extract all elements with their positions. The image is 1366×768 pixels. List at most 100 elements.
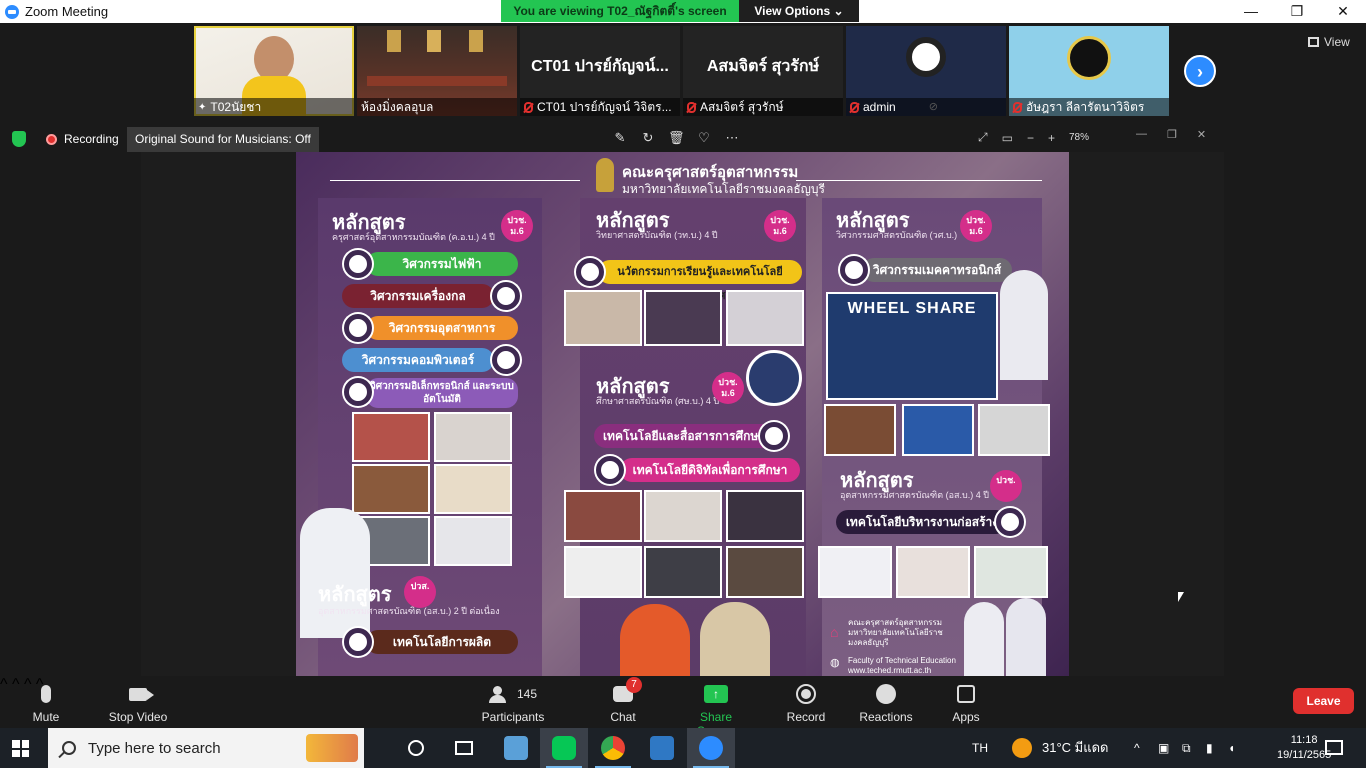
reactions-label: Reactions <box>859 710 913 724</box>
program-photo <box>824 404 896 456</box>
taskbar-search-box[interactable]: Type here to search <box>48 728 364 768</box>
camera-tray-icon[interactable]: ▣ <box>1158 728 1169 768</box>
fit-window-icon[interactable]: ▭ <box>1002 131 1013 145</box>
participant-name: T02นัยชา <box>210 99 262 114</box>
video-options-caret-icon[interactable]: ^ <box>12 676 20 693</box>
level-badge: ปวช. <box>990 470 1022 502</box>
weather-text[interactable]: 31°C มีแดด <box>1042 728 1109 768</box>
more-icon[interactable]: ⋯ <box>724 130 740 146</box>
program-photo <box>644 290 722 346</box>
participant-video-frame <box>469 30 483 52</box>
participant-tile[interactable]: อัษฎรา ลีลารัตนาวิจิตร <box>1009 26 1169 116</box>
microphone-icon <box>41 685 51 703</box>
level-badge: ปวช. ม.6 <box>764 210 796 242</box>
restore-share-button[interactable]: ❐ <box>1167 128 1177 141</box>
zoom-in-icon[interactable]: + <box>1048 131 1055 145</box>
battery-icon[interactable]: ▮ <box>1206 728 1213 768</box>
wheel-share-label: WHEEL SHARE <box>847 300 977 317</box>
participant-tile[interactable]: Aสมจิตร์ สุวรักษ์ Aสมจิตร์ สุวรักษ์ <box>683 26 843 116</box>
program-pill: วิศวกรรมเครื่องกล <box>342 284 494 308</box>
zoom-app-taskbar-icon[interactable] <box>699 736 723 760</box>
input-language[interactable]: TH <box>972 728 988 768</box>
trash-icon[interactable]: 🗑 <box>668 130 685 146</box>
recording-dot-icon <box>46 134 57 145</box>
student-figure <box>620 604 690 676</box>
record-button[interactable]: Record <box>784 682 828 724</box>
gear-icon <box>596 456 624 484</box>
taskbar-clock[interactable]: 11:18 19/11/2565 <box>1277 733 1331 763</box>
minimize-share-button[interactable]: — <box>1136 128 1147 141</box>
clock-time: 11:18 <box>1290 734 1318 746</box>
original-sound-toggle[interactable]: Original Sound for Musicians: Off <box>127 127 319 152</box>
chrome-app-icon[interactable] <box>601 736 625 760</box>
participant-video-desk <box>367 76 507 86</box>
gear-icon <box>344 628 372 656</box>
chat-unread-badge: 7 <box>626 677 642 693</box>
participant-tile[interactable]: ✦ T02นัยชา <box>194 26 354 116</box>
program-photo <box>974 546 1048 598</box>
level-badge: ปวช. ม.6 <box>960 210 992 242</box>
apps-label: Apps <box>952 710 980 724</box>
minimize-button[interactable]: — <box>1228 0 1274 23</box>
view-layout-button[interactable]: View <box>1308 35 1350 49</box>
program-photo <box>564 490 642 542</box>
volume-icon[interactable]: ◖ <box>1228 728 1235 768</box>
annotate-icon[interactable]: ✎ <box>612 130 628 146</box>
reactions-button[interactable]: Reactions <box>858 682 914 724</box>
mute-button[interactable]: Mute <box>26 682 66 724</box>
leave-button[interactable]: Leave <box>1293 688 1354 714</box>
participant-name-bar: admin <box>846 98 1006 116</box>
restore-button[interactable]: ❐ <box>1274 0 1320 23</box>
stop-video-button[interactable]: Stop Video <box>104 682 172 724</box>
gear-icon <box>344 378 372 406</box>
photos-app-icon[interactable] <box>650 736 674 760</box>
tray-overflow-icon[interactable]: ^ <box>1134 728 1140 768</box>
close-button[interactable]: ✕ <box>1320 0 1366 23</box>
participant-name-bar: Aสมจิตร์ สุวรักษ์ <box>683 98 843 116</box>
program-photo <box>564 290 642 346</box>
view-options-button[interactable]: View Options ⌄ <box>739 0 859 22</box>
program-photo <box>902 404 974 456</box>
program-pill: เทคโนโลยีดิจิทัลเพื่อการศึกษา <box>620 458 800 482</box>
muted-mic-icon <box>687 101 696 113</box>
apps-button[interactable]: Apps <box>948 682 984 724</box>
fullscreen-icon[interactable]: ⤢ <box>978 130 988 145</box>
participant-tile[interactable]: ⊘ admin <box>846 26 1006 116</box>
program-photo <box>978 404 1050 456</box>
participant-tile[interactable]: ห้องมิ่งคลอุบล <box>357 26 517 116</box>
line-app-icon[interactable] <box>552 736 576 760</box>
calculator-app-icon[interactable] <box>504 736 528 760</box>
meeting-status-row: Recording Original Sound for Musicians: … <box>0 124 1366 152</box>
monitor-icon <box>746 350 802 406</box>
student-figure <box>1006 598 1046 676</box>
windows-start-icon[interactable] <box>12 740 29 757</box>
gear-icon <box>760 422 788 450</box>
search-icon <box>62 741 76 755</box>
obs-logo-icon <box>906 37 946 77</box>
participant-name-bar: ห้องมิ่งคลอุบล <box>357 98 517 116</box>
search-highlight-art <box>306 734 358 762</box>
participant-tile[interactable]: CT01 ปารย์กัญจน์... CT01 ปารย์กัญจน์ วิจ… <box>520 26 680 116</box>
participant-name: CT01 ปารย์กัญจน์ วิจิตร... <box>537 99 672 114</box>
audio-options-caret-icon[interactable]: ^ <box>0 676 8 693</box>
recording-label[interactable]: Recording <box>64 132 119 146</box>
program-photo <box>434 464 512 514</box>
footer-url: www.teched.rmutt.ac.th <box>848 666 932 675</box>
refresh-icon[interactable]: ↻ <box>640 130 656 146</box>
task-view-icon[interactable] <box>455 741 473 755</box>
participants-button[interactable]: 145 Participants <box>480 682 546 724</box>
gear-icon <box>576 258 604 286</box>
program-pill: วิศวกรรมคอมพิวเตอร์ <box>342 348 494 372</box>
screen-share-tray-icon[interactable]: ⧉ <box>1182 728 1191 768</box>
next-page-button[interactable]: › <box>1184 55 1216 87</box>
cortana-icon[interactable] <box>408 740 424 756</box>
zoom-out-icon[interactable]: − <box>1027 131 1034 145</box>
shared-poster: คณะครุศาสตร์อุตสาหกรรม มหาวิทยาลัยเทคโนโ… <box>296 152 1069 676</box>
gear-icon <box>996 508 1024 536</box>
student-figure <box>300 508 370 638</box>
heart-icon[interactable]: ♡ <box>696 130 712 146</box>
close-share-button[interactable]: ✕ <box>1197 128 1206 141</box>
security-shield-icon[interactable] <box>12 131 26 147</box>
notification-icon[interactable] <box>1325 740 1343 755</box>
mute-label: Mute <box>32 710 60 724</box>
